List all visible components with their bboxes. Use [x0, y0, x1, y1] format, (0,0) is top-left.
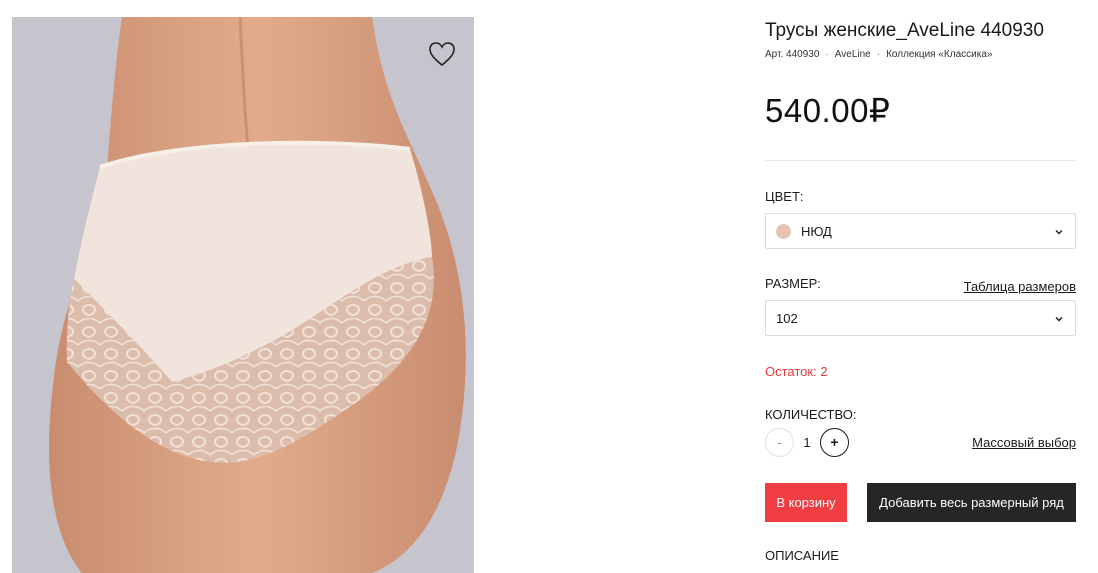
meta-separator: · — [825, 49, 829, 60]
product-photo[interactable] — [12, 17, 474, 573]
product-meta: Арт. 440930 · AveLine · Коллекция «Класс… — [765, 49, 992, 60]
description-heading[interactable]: ОПИСАНИЕ — [765, 548, 839, 563]
color-swatch — [776, 223, 791, 239]
quantity-label: КОЛИЧЕСТВО: — [765, 407, 857, 422]
divider — [765, 160, 1076, 161]
brand-name[interactable]: AveLine — [835, 49, 871, 60]
article-number: Арт. 440930 — [765, 49, 820, 60]
chevron-down-icon — [1055, 316, 1063, 322]
stock-status: Остаток: 2 — [765, 364, 828, 379]
heart-icon[interactable] — [428, 41, 456, 67]
quantity-plus-button[interactable]: + — [820, 427, 849, 457]
quantity-minus-button[interactable]: - — [765, 427, 794, 457]
collection-name[interactable]: Коллекция «Классика» — [886, 49, 992, 60]
product-image — [12, 17, 474, 573]
product-title: Трусы женские_AveLine 440930 — [765, 20, 1044, 41]
size-select[interactable]: 102 — [765, 300, 1076, 336]
size-table-link[interactable]: Таблица размеров — [964, 279, 1076, 294]
quantity-value[interactable]: 1 — [794, 435, 820, 450]
chevron-down-icon — [1055, 229, 1063, 235]
color-value: НЮД — [801, 223, 832, 239]
product-price: 540.00₽ — [765, 92, 891, 129]
meta-separator: · — [876, 49, 881, 60]
size-label: РАЗМЕР: — [765, 276, 821, 291]
add-to-cart-button[interactable]: В корзину — [765, 483, 847, 522]
color-select[interactable]: НЮД — [765, 213, 1076, 249]
size-value: 102 — [776, 310, 798, 326]
color-label: ЦВЕТ: — [765, 189, 804, 204]
add-all-sizes-button[interactable]: Добавить весь размерный ряд — [867, 483, 1076, 522]
bulk-select-link[interactable]: Массовый выбор — [972, 435, 1076, 450]
quantity-stepper: - 1 + — [765, 427, 849, 457]
